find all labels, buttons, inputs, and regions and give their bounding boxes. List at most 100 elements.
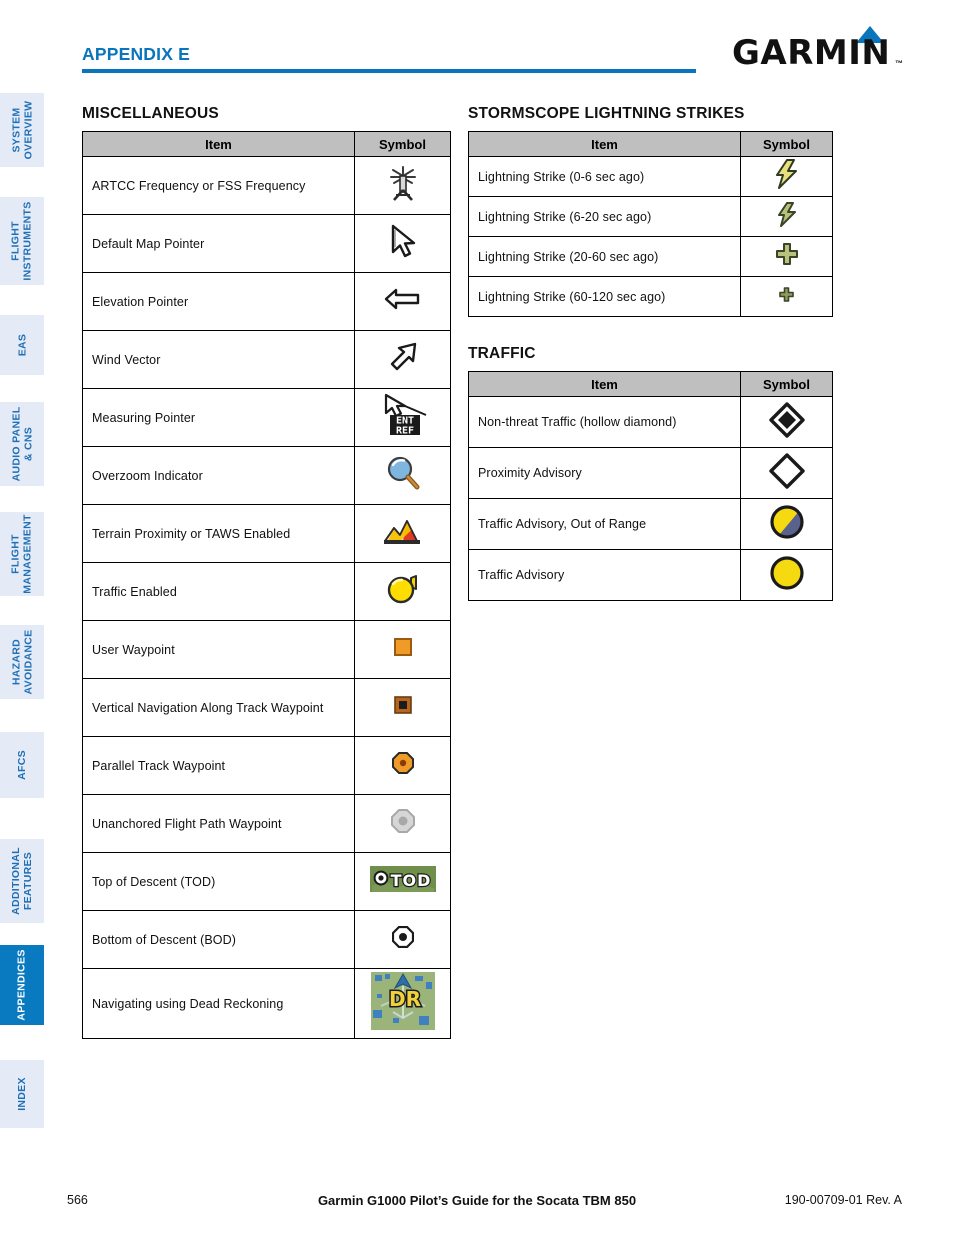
bottom-of-descent-icon bbox=[391, 926, 414, 948]
svg-text:DR: DR bbox=[388, 987, 420, 1011]
table-row: Vertical Navigation Along Track Waypoint bbox=[82, 678, 451, 737]
row-symbol-cell bbox=[354, 330, 451, 389]
lightning-cross-large-icon bbox=[775, 243, 798, 265]
left-column: MISCELLANEOUS Item Symbol ARTCC Frequenc… bbox=[82, 105, 454, 1039]
row-symbol-cell bbox=[354, 736, 451, 795]
page-footer: 566 Garmin G1000 Pilot’s Guide for the S… bbox=[0, 1193, 954, 1213]
miscellaneous-table: Item Symbol ARTCC Frequency or FSS Frequ… bbox=[82, 131, 451, 1039]
table-row: Elevation Pointer bbox=[82, 272, 451, 331]
sidebar-tab-label: HAZARD AVOIDANCE bbox=[10, 629, 34, 695]
row-item-label: Lightning Strike (20-60 sec ago) bbox=[468, 236, 741, 277]
row-item-label: Traffic Advisory, Out of Range bbox=[468, 498, 741, 550]
parallel-track-waypoint-icon bbox=[391, 751, 415, 775]
row-item-label: Proximity Advisory bbox=[468, 447, 741, 499]
sidebar-tab-label: FLIGHT MANAGEMENT bbox=[10, 514, 35, 594]
svg-text:TOD: TOD bbox=[390, 871, 431, 890]
table-row: Bottom of Descent (BOD) bbox=[82, 910, 451, 969]
sidebar-tab-label: AFCS bbox=[15, 750, 28, 780]
table-row: Proximity Advisory bbox=[468, 447, 833, 499]
table-row: Parallel Track Waypoint bbox=[82, 736, 451, 795]
sidebar-tab-eas[interactable]: EAS bbox=[0, 315, 44, 375]
lightning-bolt-dim-icon bbox=[776, 201, 798, 227]
sidebar-tab-label: EAS bbox=[16, 333, 28, 357]
page-header: APPENDIX E GARMIN ™ bbox=[0, 0, 954, 84]
table-row: Lightning Strike (0-6 sec ago) bbox=[468, 156, 833, 197]
table-row: Non-threat Traffic (hollow diamond) bbox=[468, 396, 833, 448]
table-header-row: Item Symbol bbox=[468, 371, 833, 397]
sidebar-tab-label: FLIGHT INSTRUMENTS bbox=[10, 201, 35, 281]
part-number: 190-00709-01 Rev. A bbox=[784, 1193, 902, 1207]
miscellaneous-heading: MISCELLANEOUS bbox=[82, 105, 219, 122]
sidebar-tab-audio-panel-cns[interactable]: AUDIO PANEL & CNS bbox=[0, 402, 44, 486]
column-header-item: Item bbox=[82, 131, 355, 157]
row-symbol-cell bbox=[354, 156, 451, 215]
row-symbol-cell bbox=[354, 504, 451, 563]
top-of-descent-icon: TOD bbox=[369, 866, 436, 892]
sidebar-tab-label: INDEX bbox=[16, 1077, 28, 1111]
table-row: Wind Vector bbox=[82, 330, 451, 389]
measuring-pointer-icon: ENT REF bbox=[376, 393, 430, 437]
row-item-label: Wind Vector bbox=[82, 330, 355, 389]
column-header-symbol: Symbol bbox=[740, 131, 833, 157]
lightning-bolt-bright-icon bbox=[774, 159, 800, 189]
row-symbol-cell bbox=[354, 272, 451, 331]
table-row: Overzoom Indicator bbox=[82, 446, 451, 505]
dead-reckoning-icon: DR bbox=[370, 972, 435, 1030]
row-symbol-cell: ENT REF bbox=[354, 388, 451, 447]
traffic-advisory-icon bbox=[769, 555, 805, 591]
row-symbol-cell bbox=[740, 156, 833, 197]
row-symbol-cell: DR bbox=[354, 968, 451, 1039]
sidebar-tab-afcs[interactable]: AFCS bbox=[0, 732, 44, 798]
row-symbol-cell bbox=[740, 498, 833, 550]
table-row: ARTCC Frequency or FSS Frequency bbox=[82, 156, 451, 215]
table-row: Measuring Pointer ENT REF bbox=[82, 388, 451, 447]
table-row: Lightning Strike (20-60 sec ago) bbox=[468, 236, 833, 277]
row-item-label: Navigating using Dead Reckoning bbox=[82, 968, 355, 1039]
row-symbol-cell bbox=[354, 446, 451, 505]
sidebar-tab-label: SYSTEM OVERVIEW bbox=[10, 100, 34, 160]
map-pointer-icon bbox=[388, 223, 418, 259]
row-item-label: Overzoom Indicator bbox=[82, 446, 355, 505]
table-row: Unanchored Flight Path Waypoint bbox=[82, 794, 451, 853]
sidebar-tab-label: APPENDICES bbox=[16, 949, 29, 1021]
row-item-label: Lightning Strike (6-20 sec ago) bbox=[468, 196, 741, 237]
sidebar-tab-hazard-avoidance[interactable]: HAZARD AVOIDANCE bbox=[0, 625, 44, 699]
table-row: Default Map Pointer bbox=[82, 214, 451, 273]
table-header-row: Item Symbol bbox=[82, 131, 451, 157]
right-column: STORMSCOPE LIGHTNING STRIKES Item Symbol… bbox=[468, 105, 840, 601]
row-item-label: ARTCC Frequency or FSS Frequency bbox=[82, 156, 355, 215]
row-item-label: Measuring Pointer bbox=[82, 388, 355, 447]
row-symbol-cell bbox=[740, 276, 833, 317]
column-header-symbol: Symbol bbox=[740, 371, 833, 397]
sidebar-tab-flight-management[interactable]: FLIGHT MANAGEMENT bbox=[0, 512, 44, 596]
sidebar-tab-flight-instruments[interactable]: FLIGHT INSTRUMENTS bbox=[0, 197, 44, 285]
terrain-icon bbox=[383, 516, 423, 546]
sidebar-tab-system-overview[interactable]: SYSTEM OVERVIEW bbox=[0, 93, 44, 167]
traffic-enabled-icon bbox=[385, 572, 421, 606]
row-symbol-cell bbox=[354, 620, 451, 679]
row-item-label: Non-threat Traffic (hollow diamond) bbox=[468, 396, 741, 448]
table-row: Terrain Proximity or TAWS Enabled bbox=[82, 504, 451, 563]
sidebar-tab-index[interactable]: INDEX bbox=[0, 1060, 44, 1128]
radio-tower-icon bbox=[388, 164, 418, 202]
column-header-symbol: Symbol bbox=[354, 131, 451, 157]
proximity-diamond-icon bbox=[768, 452, 805, 489]
table-row: Navigating using Dead Reckoning DR bbox=[82, 968, 451, 1039]
traffic-advisory-out-of-range-icon bbox=[769, 504, 805, 540]
stormscope-table: Item Symbol Lightning Strike (0-6 sec ag… bbox=[468, 131, 833, 317]
row-symbol-cell bbox=[354, 910, 451, 969]
row-item-label: Lightning Strike (60-120 sec ago) bbox=[468, 276, 741, 317]
row-symbol-cell bbox=[354, 794, 451, 853]
svg-text:REF: REF bbox=[395, 425, 413, 436]
sidebar-tab-additional-features[interactable]: ADDITIONAL FEATURES bbox=[0, 839, 44, 923]
table-row: Top of Descent (TOD) TOD bbox=[82, 852, 451, 911]
table-row: Lightning Strike (6-20 sec ago) bbox=[468, 196, 833, 237]
row-item-label: Traffic Enabled bbox=[82, 562, 355, 621]
column-header-item: Item bbox=[468, 371, 741, 397]
row-symbol-cell: TOD bbox=[354, 852, 451, 911]
sidebar-tab-appendices[interactable]: APPENDICES bbox=[0, 945, 44, 1025]
row-symbol-cell bbox=[354, 214, 451, 273]
traffic-table: Item Symbol Non-threat Traffic (hollow d… bbox=[468, 371, 833, 601]
stormscope-heading: STORMSCOPE LIGHTNING STRIKES bbox=[468, 105, 745, 122]
row-item-label: Vertical Navigation Along Track Waypoint bbox=[82, 678, 355, 737]
